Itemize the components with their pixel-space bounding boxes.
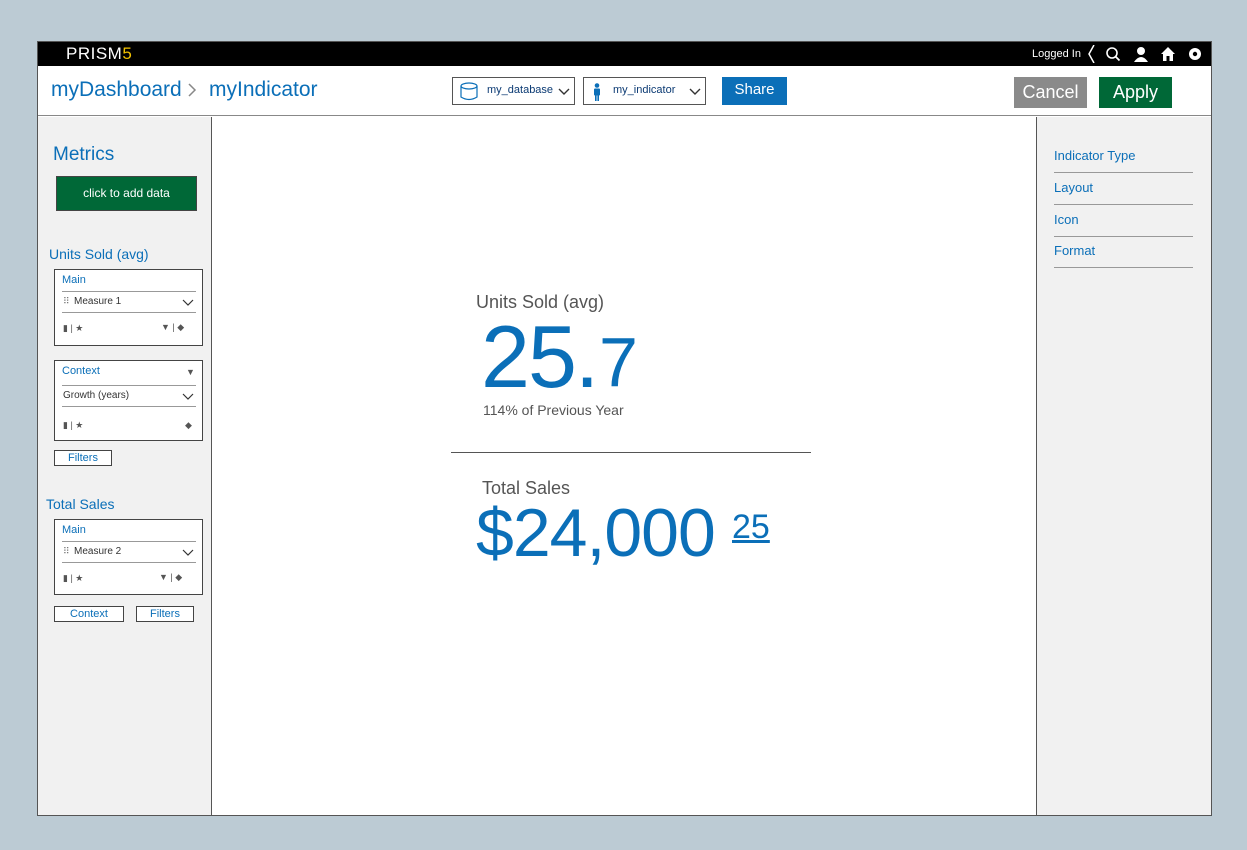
card-head-context: Context: [62, 365, 100, 377]
card-tools-left: ▮ | ★: [63, 323, 84, 333]
chevron-down-icon: [689, 88, 701, 95]
chevron-down-icon: [182, 393, 194, 400]
settings-icon[interactable]: [1187, 46, 1203, 62]
indicator-select[interactable]: my_indicator: [583, 77, 706, 105]
share-button[interactable]: Share: [722, 77, 787, 105]
card-tools-right: ▼ | ◆: [159, 572, 183, 582]
database-icon: [460, 82, 478, 101]
logged-in-status: Logged In: [1032, 48, 1081, 60]
sales-main-card: Main ⠿ Measure 2 ▮ | ★ ▼ | ◆: [54, 519, 203, 595]
comparison-text: 114% of Previous Year: [483, 402, 624, 418]
filter-icon[interactable]: ▼: [161, 322, 170, 332]
search-icon[interactable]: [1105, 46, 1121, 62]
total-sales-section-title: Total Sales: [46, 496, 115, 512]
metric-divider: [451, 452, 811, 453]
units-sold-decimal: 7: [599, 323, 638, 401]
delete-icon[interactable]: ▮: [63, 323, 68, 333]
total-sales-value: $24,000: [476, 495, 716, 571]
units-context-card: Context ▼ Growth (years) ▮ | ★ ◆: [54, 360, 203, 441]
card-head-main: Main: [62, 274, 86, 286]
option-layout[interactable]: Layout: [1054, 173, 1193, 205]
person-icon: [594, 83, 600, 101]
database-select[interactable]: my_database: [452, 77, 575, 105]
star-icon[interactable]: ★: [75, 573, 83, 583]
database-select-value: my_database: [487, 84, 554, 96]
total-sales-cents: 25: [732, 508, 770, 546]
format-bucket-icon[interactable]: ◆: [175, 572, 182, 582]
option-format[interactable]: Format: [1054, 236, 1193, 268]
sales-context-button[interactable]: Context: [54, 606, 124, 622]
star-icon[interactable]: ★: [75, 323, 83, 333]
chevron-down-icon: [182, 299, 194, 306]
units-main-card: Main ⠿ Measure 1 ▮ | ★ ▼ | ◆: [54, 269, 203, 346]
home-icon[interactable]: [1160, 46, 1176, 62]
header: myDashboard myIndicator my_database my_i…: [38, 66, 1211, 116]
delete-icon[interactable]: ▮: [63, 573, 68, 583]
sales-filters-button[interactable]: Filters: [136, 606, 194, 622]
delete-icon[interactable]: ▮: [63, 420, 68, 430]
chevron-down-icon: [558, 88, 570, 95]
option-indicator-type[interactable]: Indicator Type: [1054, 141, 1193, 173]
measure-2-label: Measure 2: [74, 546, 122, 557]
card-head-main: Main: [62, 524, 86, 536]
units-filters-button[interactable]: Filters: [54, 450, 112, 466]
breadcrumb-indicator: myIndicator: [209, 78, 318, 101]
measure-1-label: Measure 1: [74, 296, 122, 307]
growth-select[interactable]: Growth (years): [62, 385, 196, 407]
format-bucket-icon[interactable]: ◆: [185, 420, 192, 431]
format-bucket-icon[interactable]: ◆: [177, 322, 184, 332]
top-bar: PRISM5 Logged In: [38, 42, 1211, 66]
card-tools-left: ▮ | ★: [63, 420, 84, 430]
cancel-button[interactable]: Cancel: [1014, 77, 1087, 108]
drag-handle-icon[interactable]: ⠿: [63, 296, 70, 307]
metrics-panel: Metrics click to add data Units Sold (av…: [38, 117, 212, 815]
measure-1-select[interactable]: ⠿ Measure 1: [62, 291, 196, 313]
units-sold-section-title: Units Sold (avg): [49, 246, 149, 262]
star-icon[interactable]: ★: [75, 420, 83, 430]
option-icon[interactable]: Icon: [1054, 205, 1193, 237]
user-icon[interactable]: [1133, 46, 1149, 62]
card-tools-right: ▼ | ◆: [161, 322, 185, 332]
add-data-button[interactable]: click to add data: [56, 176, 197, 211]
breadcrumb-dashboard[interactable]: myDashboard: [51, 78, 182, 102]
apply-button[interactable]: Apply: [1099, 77, 1172, 108]
brand-logo: PRISM5: [66, 44, 133, 63]
measure-2-select[interactable]: ⠿ Measure 2: [62, 541, 196, 563]
app-window: PRISM5 Logged In myDashboard myIndicator: [37, 41, 1212, 816]
growth-label: Growth (years): [63, 390, 130, 401]
units-sold-value: 25.: [481, 307, 599, 406]
filter-icon[interactable]: ▼: [186, 367, 195, 377]
divider-notch-icon: [1088, 45, 1095, 63]
options-panel: Indicator Type Layout Icon Format: [1036, 117, 1211, 815]
indicator-select-value: my_indicator: [613, 84, 676, 96]
chevron-down-icon: [182, 549, 194, 556]
drag-handle-icon[interactable]: ⠿: [63, 546, 70, 557]
metrics-title: Metrics: [53, 144, 115, 165]
filter-icon[interactable]: ▼: [159, 572, 168, 582]
chevron-right-icon: [188, 83, 197, 97]
card-tools-left: ▮ | ★: [63, 573, 84, 583]
